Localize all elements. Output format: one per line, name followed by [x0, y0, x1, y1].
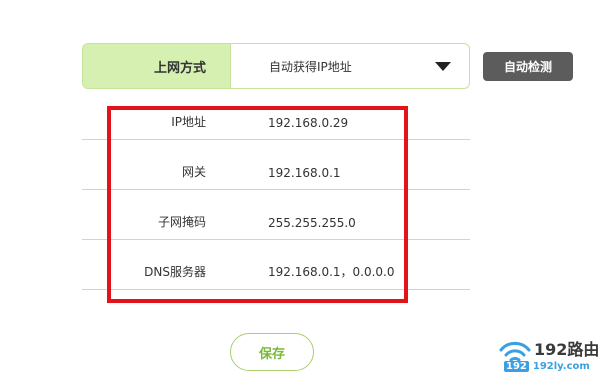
subnet-value: 255.255.255.0 [268, 216, 356, 230]
ip-value: 192.168.0.29 [268, 116, 349, 130]
gateway-label: 网关 [181, 165, 206, 179]
router-wan-settings-page: 上网方式 自动获得IP地址 自动检测 IP地址 192.168.0.29 网关 … [0, 0, 600, 390]
info-row-dns: DNS服务器 192.168.0.1，0.0.0.0 [82, 240, 470, 290]
subnet-label: 子网掩码 [157, 215, 206, 229]
connection-info-table: IP地址 192.168.0.29 网关 192.168.0.1 子网掩码 25… [82, 100, 470, 290]
gateway-value: 192.168.0.1 [268, 166, 341, 180]
info-row-ip: IP地址 192.168.0.29 [82, 100, 470, 140]
ip-label: IP地址 [171, 115, 206, 129]
dropdown-arrow-icon[interactable] [435, 62, 451, 71]
site-watermark: 192路由网 192192ly.com [498, 336, 600, 376]
auto-detect-button[interactable]: 自动检测 [483, 52, 573, 81]
info-row-subnet: 子网掩码 255.255.255.0 [82, 190, 470, 240]
connection-type-value: 自动获得IP地址 [269, 59, 352, 74]
save-button[interactable]: 保存 [230, 333, 314, 371]
watermark-url: 192 192ly.com [504, 361, 590, 372]
dns-value: 192.168.0.1，0.0.0.0 [268, 265, 395, 279]
connection-type-label: 上网方式 [83, 44, 231, 88]
connection-type-select[interactable]: 自动获得IP地址 [231, 44, 469, 88]
watermark-title: 192路由网 [534, 340, 600, 359]
dns-label: DNS服务器 [144, 265, 206, 279]
connection-type-row: 上网方式 自动获得IP地址 [82, 43, 470, 89]
info-row-gateway: 网关 192.168.0.1 [82, 140, 470, 190]
